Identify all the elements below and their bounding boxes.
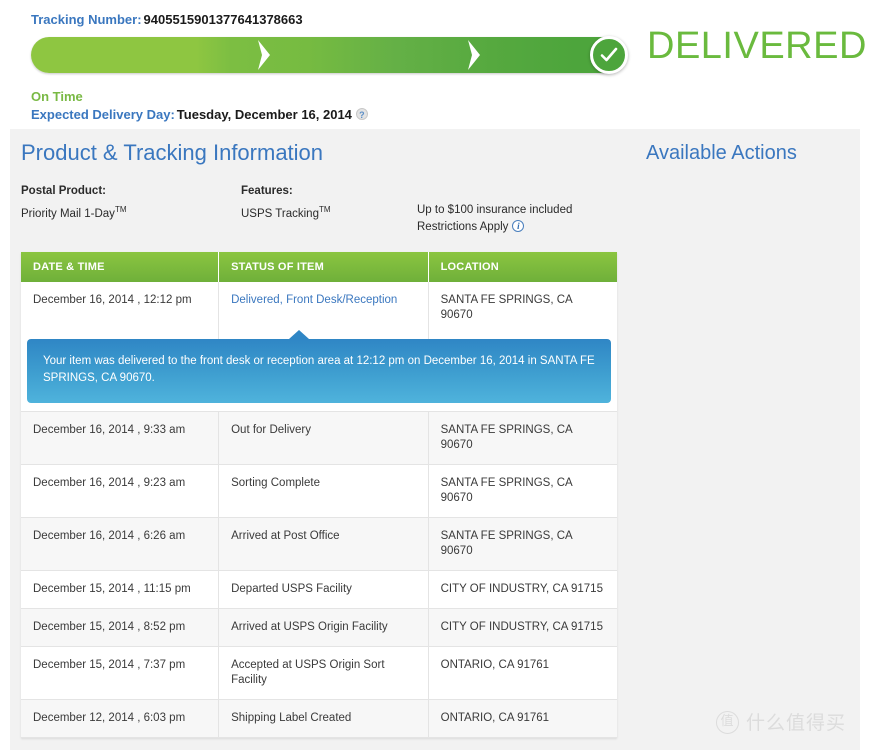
insurance-block: Up to $100 insurance included Restrictio… [417,202,572,236]
cell-location: CITY OF INDUSTRY, CA 91715 [428,570,617,609]
restrictions-text: Restrictions Apply [417,221,509,233]
info-icon[interactable]: i [512,220,525,232]
postal-product-label: Postal Product: [21,185,106,197]
table-row: December 16, 2014 , 9:33 am Out for Deli… [21,411,617,465]
callout-cell: Your item was delivered to the front des… [21,330,617,412]
progress-track [31,37,621,73]
tracking-number-value: 9405515901377641378663 [143,12,303,27]
cell-status: Out for Delivery [218,411,429,465]
cell-status: Arrived at Post Office [218,517,429,571]
cell-location: ONTARIO, CA 91761 [428,699,617,738]
cell-location: CITY OF INDUSTRY, CA 91715 [428,608,617,647]
watermark-text: 什么值得买 [745,711,846,734]
callout-text: Your item was delivered to the front des… [43,355,595,384]
trademark-mark: TM [114,205,127,214]
tracking-history-table: DATE & TIME STATUS OF ITEM LOCATION Dece… [21,252,617,738]
cell-status: Shipping Label Created [218,699,429,738]
tracking-summary-area: Tracking Number: 9405515901377641378663 D… [0,0,870,123]
cell-status-link[interactable]: Delivered, Front Desk/Reception [218,282,429,339]
product-tracking-panel: Product & Tracking Information Available… [10,129,860,750]
cell-location: ONTARIO, CA 91761 [428,646,617,700]
cell-location: SANTA FE SPRINGS, CA 90670 [428,282,617,339]
cell-status: Departed USPS Facility [218,570,429,609]
delivery-progress-bar [31,36,628,75]
table-header-row: DATE & TIME STATUS OF ITEM LOCATION [21,252,617,282]
cell-location: SANTA FE SPRINGS, CA 90670 [428,411,617,465]
delivery-detail-callout: Your item was delivered to the front des… [27,330,611,403]
postal-product-value: Priority Mail 1-DayTM [21,202,127,222]
table-body: December 16, 2014 , 12:12 pm Delivered, … [21,282,617,738]
insurance-note: Up to $100 insurance included [417,204,573,216]
cell-date: December 12, 2014 , 6:03 pm [21,699,220,738]
cell-status: Sorting Complete [218,464,429,518]
cell-date: December 16, 2014 , 12:12 pm [21,282,220,339]
postal-product-block: Postal Product: Priority Mail 1-DayTM [21,183,127,222]
delivered-status-text: DELIVERED [647,25,867,67]
page-title: Product & Tracking Information [21,140,324,165]
on-time-status: On Time [31,89,83,104]
cell-date: December 16, 2014 , 9:33 am [21,411,220,465]
features-value: USPS TrackingTM [241,202,331,222]
table-row: December 15, 2014 , 7:37 pm Accepted at … [21,646,617,700]
callout-arrow-icon [289,330,309,339]
cell-date: December 15, 2014 , 7:37 pm [21,646,220,700]
cell-status: Arrived at USPS Origin Facility [218,608,429,647]
cell-location: SANTA FE SPRINGS, CA 90670 [428,464,617,518]
cell-date: December 16, 2014 , 9:23 am [21,464,220,518]
features-block: Features: USPS TrackingTM [241,183,331,222]
product-details: Postal Product: Priority Mail 1-DayTM Fe… [10,183,860,241]
column-header-location: LOCATION [428,252,617,282]
table-row: December 16, 2014 , 6:26 am Arrived at P… [21,517,617,571]
tracking-number-label: Tracking Number: [31,12,142,27]
table-row: December 16, 2014 , 12:12 pm Delivered, … [21,282,617,339]
table-header: DATE & TIME STATUS OF ITEM LOCATION [21,252,617,282]
cell-date: December 15, 2014 , 11:15 pm [21,570,220,609]
panel-header: Product & Tracking Information Available… [10,129,860,181]
column-header-date: DATE & TIME [21,252,220,282]
table-row: December 16, 2014 , 9:23 am Sorting Comp… [21,464,617,518]
callout-row: Your item was delivered to the front des… [21,330,617,412]
help-question-icon[interactable]: ? [355,108,368,120]
table-row: December 15, 2014 , 8:52 pm Arrived at U… [21,608,617,647]
restrictions-note: Restrictions Apply i [417,219,572,236]
cell-status: Accepted at USPS Origin Sort Facility [218,646,429,700]
features-text: USPS Tracking [241,208,319,220]
table-row: December 15, 2014 , 11:15 pm Departed US… [21,570,617,609]
expected-delivery-label: Expected Delivery Day: [31,107,175,122]
expected-delivery-line: Expected Delivery Day: Tuesday, December … [31,106,870,123]
chevron-right-icon [256,40,272,70]
cell-date: December 15, 2014 , 8:52 pm [21,608,220,647]
table-row: December 12, 2014 , 6:03 pm Shipping Lab… [21,699,617,738]
features-label: Features: [241,185,293,197]
chevron-right-icon [466,40,482,70]
watermark-badge-icon: 值 [715,711,739,734]
cell-date: December 16, 2014 , 6:26 am [21,517,220,571]
delivered-check-icon [590,36,628,74]
column-header-status: STATUS OF ITEM [218,252,429,282]
cell-location: SANTA FE SPRINGS, CA 90670 [428,517,617,571]
trademark-mark: TM [318,205,331,214]
available-actions-title: Available Actions [646,142,797,164]
site-watermark: 值 什么值得买 [715,711,846,734]
postal-product-text: Priority Mail 1-Day [21,208,115,220]
expected-delivery-value: Tuesday, December 16, 2014 [176,107,352,122]
